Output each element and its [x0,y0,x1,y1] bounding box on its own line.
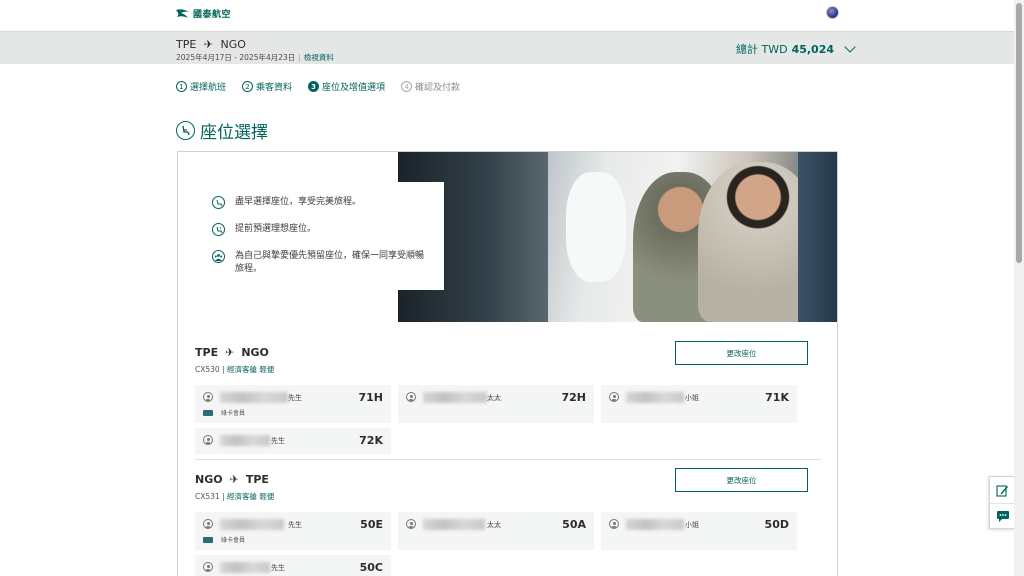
avatar-icon [609,519,619,529]
avatar-icon [203,519,213,529]
booking-progress-steps: 1 選擇航班 2 乘客資料 3 座位及增值選項 4 確認及付款 [176,80,460,93]
passenger-seat-card[interactable]: 先生 50E 綠卡會員 [195,512,391,550]
total-label: 總計 TWD [736,43,788,56]
trip-summary-bar: TPE ✈ NGO 2025年4月17日 - 2025年4月23日 | 檢視資料 總… [0,31,1014,64]
avatar-icon [203,435,213,445]
seat-number: 72K [359,434,383,447]
avatar-icon [203,562,213,572]
benefit-item: 盡早選擇座位，享受完美旅程。 [212,196,432,209]
chevron-down-icon [844,41,856,53]
passenger-seat-card[interactable]: 小姐 71K [601,385,797,423]
seat-number: 50E [360,518,383,531]
trip-dates: 2025年4月17日 - 2025年4月23日 | 檢視資料 [176,53,334,62]
redacted-name [423,392,487,403]
seat-number: 71K [765,391,789,404]
member-card-icon [203,409,213,416]
view-details-link[interactable]: 檢視資料 [304,53,334,62]
seat-number: 71H [358,391,383,404]
redacted-name [220,435,270,446]
benefit-item: 為自己與摯愛優先預留座位，確保一同享受順暢旅程。 [212,250,432,276]
avatar-icon [406,519,416,529]
seat-number: 72H [561,391,586,404]
brushwing-icon [176,8,189,18]
feedback-edit-icon [996,484,1008,497]
page-title: 座位選擇 [176,118,268,143]
seat-number: 50A [562,518,586,531]
group-icon [212,250,225,263]
trip-route: TPE ✈ NGO [176,38,246,51]
flight-info: CX530 | 經濟客艙 輕便 [195,365,275,374]
passenger-seat-card[interactable]: 太太 72H [398,385,594,423]
total-amount: 45,024 [791,42,835,56]
change-seat-button[interactable]: 更改座位 [675,341,808,365]
divider [195,459,821,460]
chat-button[interactable] [990,503,1015,529]
passenger-seat-card[interactable]: 先生 50C [195,555,391,576]
avatar-icon [203,392,213,402]
passenger-seat-card[interactable]: 太太 50A [398,512,594,550]
redacted-name [220,562,270,573]
page-scrollbar[interactable] [1014,0,1024,576]
redacted-name [220,519,284,530]
seat-icon [176,121,195,140]
seat-number: 50C [359,561,383,574]
benefit-item: 提前預選理想座位。 [212,223,432,236]
membership-badge: 綠卡會員 [203,408,245,417]
redacted-name [626,392,684,403]
seat-window-icon [212,223,225,236]
seat-number: 50D [764,518,789,531]
seat-selection-card: 盡早選擇座位，享受完美旅程。 提前預選理想座位。 為自己與摯愛優先預留座位，確保… [177,151,838,576]
passenger-seat-card[interactable]: 先生 72K [195,428,391,454]
step-seats-extras: 3 座位及增值選項 [308,80,385,93]
membership-badge: 綠卡會員 [203,535,245,544]
logo-text: 國泰航空 [193,10,232,20]
redacted-name [423,519,485,530]
language-globe-icon[interactable] [826,6,839,19]
seat-benefits-box: 盡早選擇座位，享受完美旅程。 提前預選理想座位。 為自己與摯愛優先預留座位，確保… [198,182,444,290]
change-seat-button[interactable]: 更改座位 [675,468,808,492]
plane-icon: ✈ [225,346,235,359]
avatar-icon [609,392,619,402]
floating-toolbar [989,476,1015,529]
redacted-name [626,519,684,530]
flight-segment-outbound: TPE ✈ NGO CX530 | 經濟客艙 輕便 更改座位 [195,341,821,375]
step-select-flight[interactable]: 1 選擇航班 [176,80,226,93]
scrollbar-thumb[interactable] [1016,3,1022,263]
member-card-icon [203,536,213,543]
trip-total-toggle[interactable]: 總計 TWD 45,024 [736,41,856,57]
plane-icon: ✈ [229,473,239,486]
flight-segment-return: NGO ✈ TPE CX531 | 經濟客艙 輕便 更改座位 [195,468,821,502]
step-review-payment: 4 確認及付款 [401,80,460,93]
hero-image [398,152,837,322]
step-passenger-details[interactable]: 2 乘客資料 [242,80,292,93]
flight-info: CX531 | 經濟客艙 輕便 [195,492,275,501]
avatar-icon [406,392,416,402]
redacted-name [220,392,288,403]
plane-icon: ✈ [203,38,214,51]
seat-icon [212,196,225,209]
chat-bubble-icon [996,511,1009,522]
feedback-button[interactable] [990,477,1015,503]
cathay-logo[interactable]: 國泰航空 [176,7,231,20]
passenger-seat-card[interactable]: 先生 71H 綠卡會員 [195,385,391,423]
passenger-seat-card[interactable]: 小姐 50D [601,512,797,550]
top-navigation-bar: 國泰航空 [0,0,1014,31]
